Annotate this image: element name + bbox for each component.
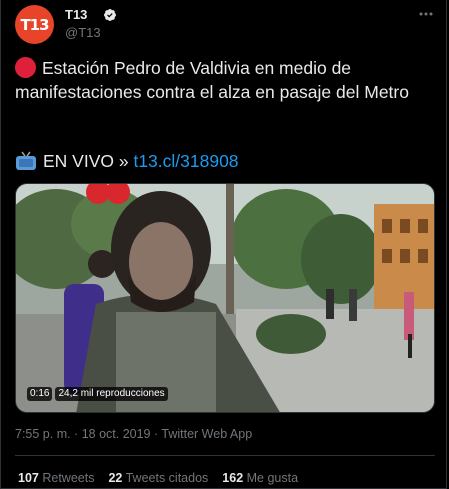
video-player[interactable]: 0:16 24,2 mil reproducciones	[15, 183, 435, 413]
quotes-count: 22	[108, 471, 123, 485]
tweet-text: Estación Pedro de Valdivia en medio de m…	[15, 57, 435, 104]
likes-stat[interactable]: 162 Me gusta	[222, 471, 298, 485]
display-name[interactable]: T13	[65, 7, 87, 22]
live-line: EN VIVO » t13.cl/318908	[15, 150, 435, 172]
red-circle-icon	[15, 57, 36, 78]
tweet-card: T13 T13 @T13 Estación Pedro de Valdivia …	[0, 0, 447, 489]
video-frame	[16, 184, 434, 412]
more-options-icon	[419, 12, 433, 16]
quotes-stat[interactable]: 22 Tweets citados	[108, 471, 208, 485]
live-prefix: EN VIVO »	[43, 151, 134, 171]
tweet-header: T13 T13 @T13	[15, 5, 435, 49]
video-badge: 0:16 24,2 mil reproducciones	[27, 387, 168, 401]
verified-badge-icon	[104, 9, 116, 21]
likes-count: 162	[222, 471, 244, 485]
divider	[15, 455, 435, 456]
television-icon	[16, 151, 36, 170]
avatar[interactable]: T13	[15, 5, 54, 44]
retweets-label: Retweets	[42, 471, 95, 485]
tweet-link[interactable]: t13.cl/318908	[133, 151, 238, 171]
video-views: 24,2 mil reproducciones	[55, 387, 168, 401]
video-duration: 0:16	[27, 387, 53, 401]
handle[interactable]: @T13	[65, 25, 101, 40]
tweet-stats: 107 Retweets 22 Tweets citados 162 Me gu…	[18, 471, 298, 485]
quotes-label: Tweets citados	[125, 471, 209, 485]
tweet-body: Estación Pedro de Valdivia en medio de m…	[15, 58, 409, 102]
likes-label: Me gusta	[246, 471, 299, 485]
tweet-timestamp[interactable]: 7:55 p. m. · 18 oct. 2019 · Twitter Web …	[15, 427, 252, 441]
more-options-button[interactable]	[417, 5, 435, 23]
retweets-stat[interactable]: 107 Retweets	[18, 471, 94, 485]
retweets-count: 107	[18, 471, 39, 485]
